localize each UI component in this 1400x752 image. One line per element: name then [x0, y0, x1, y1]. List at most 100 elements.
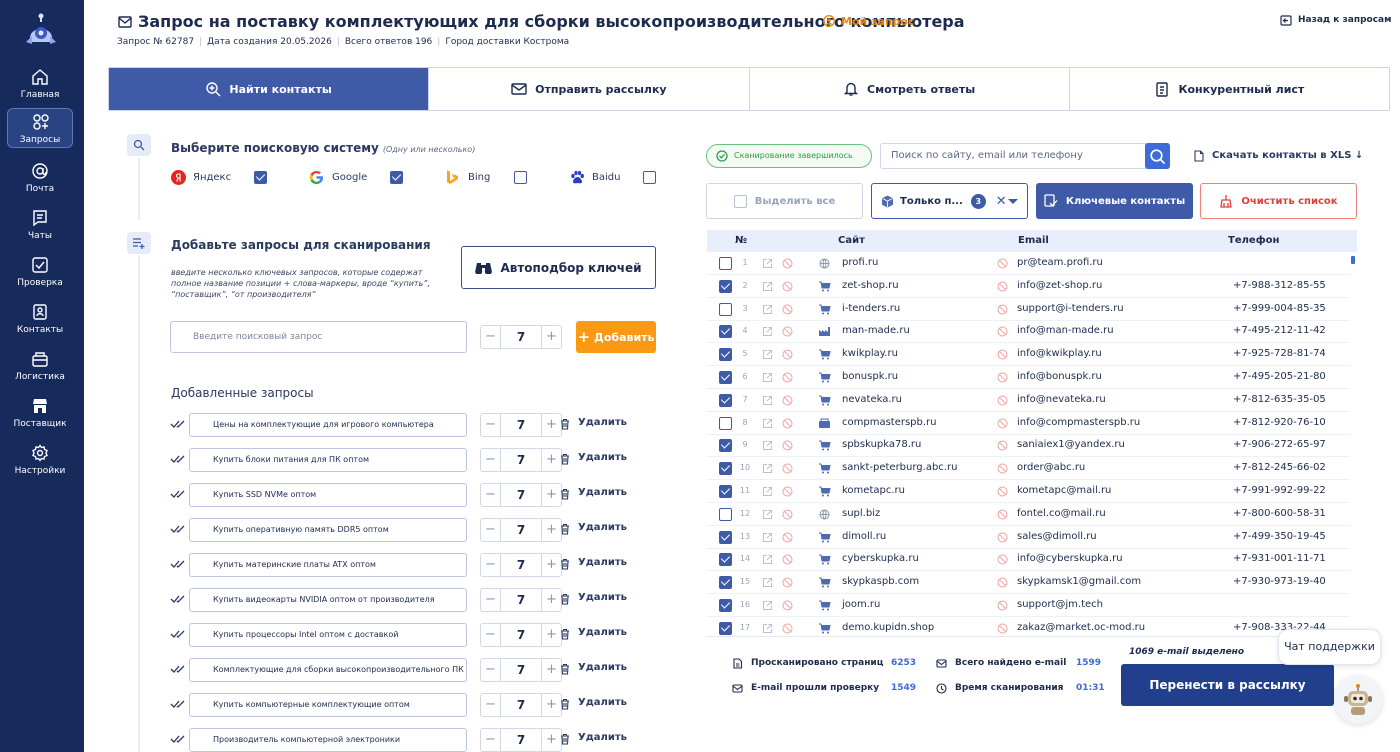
block-email-icon[interactable]	[997, 440, 1008, 451]
nav-item-check[interactable]: Проверка	[7, 252, 73, 292]
open-link-icon[interactable]	[762, 600, 773, 611]
row-site[interactable]: sankt-peterburg.abc.ru	[842, 462, 957, 473]
clear-filter-icon[interactable]: ✕	[996, 194, 1007, 209]
increment-button[interactable]: +	[541, 554, 561, 576]
table-row[interactable]: 5 kwikplay.ru info@kwikplay.ru +7-925-728-8…	[707, 343, 1350, 367]
decrement-button[interactable]: −	[481, 484, 501, 506]
block-email-icon[interactable]	[997, 554, 1008, 565]
row-checkbox[interactable]	[719, 462, 732, 476]
block-icon[interactable]	[782, 554, 793, 565]
table-row[interactable]: 6 bonuspk.ru info@bonuspk.ru +7-495-205-21-…	[707, 366, 1350, 389]
row-email[interactable]: support@i-tenders.ru	[1017, 303, 1124, 314]
nav-item-requests[interactable]: Запросы	[7, 108, 73, 148]
row-phone[interactable]: +7-988-312-85-55	[1233, 280, 1326, 291]
block-icon[interactable]	[782, 418, 793, 429]
query-text[interactable]: Производитель компьютерной электроники	[189, 728, 467, 752]
block-icon[interactable]	[782, 486, 793, 497]
row-phone[interactable]: +7-925-728-81-74	[1233, 348, 1326, 359]
block-email-icon[interactable]	[997, 258, 1008, 269]
delete-query-button[interactable]: Удалить	[561, 522, 627, 535]
increment-button[interactable]: +	[541, 659, 561, 681]
query-text[interactable]: Купить оперативную память DDR5 оптом	[189, 518, 467, 542]
open-link-icon[interactable]	[762, 395, 773, 406]
site-search-input[interactable]: Поиск по сайту, email или телефону	[880, 143, 1170, 169]
block-email-icon[interactable]	[997, 418, 1008, 429]
block-icon[interactable]	[782, 600, 793, 611]
clear-list-button[interactable]: Очистить список	[1200, 183, 1357, 219]
open-link-icon[interactable]	[762, 440, 773, 451]
open-link-icon[interactable]	[762, 623, 773, 634]
increment-button[interactable]: +	[541, 519, 561, 541]
row-site[interactable]: demo.kupidn.shop	[842, 622, 934, 633]
nav-item-settings[interactable]: Настройки	[7, 440, 73, 480]
query-input[interactable]: Введите поисковый запрос	[170, 321, 467, 353]
nav-item-logistics[interactable]: Логистика	[7, 346, 73, 386]
row-phone[interactable]: +7-499-350-19-45	[1233, 531, 1326, 542]
row-phone[interactable]: +7-495-212-11-42	[1233, 325, 1326, 336]
increment-button[interactable]: +	[541, 729, 561, 751]
stepper-value[interactable]: 7	[501, 589, 541, 611]
delete-query-button[interactable]: Удалить	[561, 417, 627, 430]
engine-yandex-checkbox[interactable]	[254, 171, 267, 184]
block-icon[interactable]	[782, 509, 793, 520]
row-checkbox[interactable]	[719, 485, 732, 498]
engine-google-checkbox[interactable]	[390, 171, 403, 184]
block-email-icon[interactable]	[997, 349, 1008, 360]
open-link-icon[interactable]	[762, 372, 773, 383]
open-link-icon[interactable]	[762, 532, 773, 543]
table-row[interactable]: 12 supl.biz fontel.co@mail.ru +7-800-600-58…	[707, 503, 1350, 526]
row-site[interactable]: kwikplay.ru	[842, 348, 898, 359]
query-text[interactable]: Купить блоки питания для ПК оптом	[189, 448, 467, 472]
nav-item-mail[interactable]: Почта	[7, 158, 73, 198]
open-link-icon[interactable]	[762, 577, 773, 588]
row-email[interactable]: fontel.co@mail.ru	[1017, 508, 1106, 519]
nav-item-chats[interactable]: Чаты	[7, 205, 73, 245]
row-checkbox[interactable]	[719, 348, 732, 362]
row-email[interactable]: info@kwikplay.ru	[1017, 348, 1102, 359]
row-checkbox[interactable]	[719, 325, 732, 339]
block-email-icon[interactable]	[997, 509, 1008, 520]
row-site[interactable]: cyberskupka.ru	[842, 553, 919, 564]
increment-button[interactable]: +	[541, 484, 561, 506]
tab-competitive-list[interactable]: Конкурентный лист	[1070, 68, 1389, 110]
row-phone[interactable]: +7-495-205-21-80	[1233, 371, 1326, 382]
chevron-down-icon[interactable]	[1008, 199, 1018, 204]
row-site[interactable]: man-made.ru	[842, 325, 910, 336]
row-checkbox[interactable]	[719, 302, 732, 316]
table-row[interactable]: 13 dimoll.ru sales@dimoll.ru +7-499-350-19-…	[707, 526, 1350, 549]
table-row[interactable]: 11 kometapc.ru kometapc@mail.ru +7-991-992-…	[707, 480, 1350, 503]
support-chat-avatar[interactable]	[1334, 676, 1382, 724]
delete-query-button[interactable]: Удалить	[561, 557, 627, 570]
open-link-icon[interactable]	[762, 349, 773, 360]
block-email-icon[interactable]	[997, 600, 1008, 611]
delete-query-button[interactable]: Удалить	[561, 592, 627, 605]
delete-query-button[interactable]: Удалить	[561, 627, 627, 640]
row-site[interactable]: dimoll.ru	[842, 531, 886, 542]
table-row[interactable]: 8 compmasterspb.ru info@compmasterspb.ru +7…	[707, 412, 1350, 435]
row-email[interactable]: zakaz@market.oc-mod.ru	[1017, 622, 1145, 633]
engine-baidu-checkbox[interactable]	[643, 171, 656, 184]
row-checkbox[interactable]	[719, 621, 732, 635]
block-icon[interactable]	[782, 532, 793, 543]
row-site[interactable]: skypkaspb.com	[842, 576, 919, 587]
decrement-button[interactable]: −	[481, 326, 501, 348]
block-icon[interactable]	[782, 372, 793, 383]
block-email-icon[interactable]	[997, 486, 1008, 497]
filter-dropdown[interactable]: Только п... 3 ✕	[871, 183, 1028, 219]
table-row[interactable]: 16 joom.ru support@jm.tech	[707, 594, 1350, 617]
block-icon[interactable]	[782, 440, 793, 451]
block-icon[interactable]	[782, 304, 793, 315]
block-email-icon[interactable]	[997, 395, 1008, 406]
block-icon[interactable]	[782, 577, 793, 588]
increment-button[interactable]: +	[541, 624, 561, 646]
scrollbar-thumb[interactable]	[1351, 256, 1355, 264]
nav-item-contacts[interactable]: Контакты	[7, 299, 73, 339]
row-phone[interactable]: +7-999-004-85-35	[1233, 303, 1326, 314]
query-text[interactable]: Купить видеокарты NVIDIA оптом от произв…	[189, 588, 467, 612]
row-checkbox[interactable]	[719, 530, 732, 544]
increment-button[interactable]: +	[541, 449, 561, 471]
row-checkbox[interactable]	[719, 371, 732, 384]
block-email-icon[interactable]	[997, 623, 1008, 634]
row-email[interactable]: support@jm.tech	[1017, 599, 1103, 610]
row-email[interactable]: info@compmasterspb.ru	[1017, 417, 1140, 428]
